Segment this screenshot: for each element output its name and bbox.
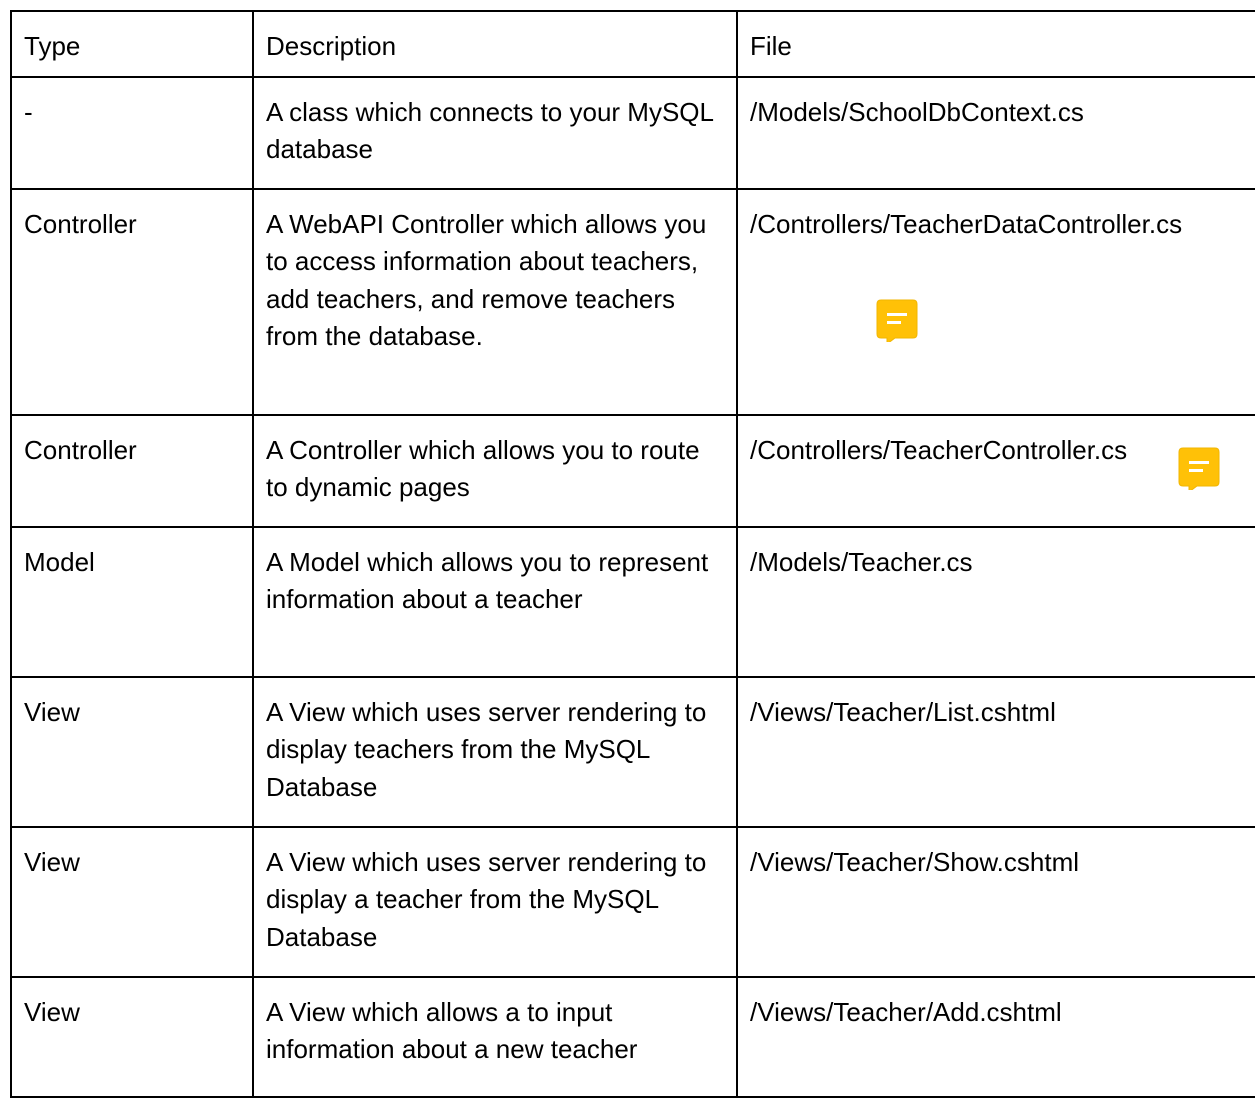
- cell-file: /Views/Teacher/Add.cshtml: [736, 975, 1255, 1098]
- cell-type: View: [10, 825, 254, 978]
- comment-icon-line: [1189, 461, 1209, 464]
- cell-type: View: [10, 675, 254, 828]
- cell-file: /Controllers/TeacherDataController.cs: [736, 187, 1255, 416]
- cell-description: A WebAPI Controller which allows you to …: [252, 187, 738, 416]
- table-row: - A class which connects to your MySQL d…: [10, 75, 1255, 190]
- cell-type: Controller: [10, 187, 254, 416]
- file-table: Type Description File - A class which co…: [10, 10, 1255, 1098]
- comment-icon-line: [887, 313, 907, 316]
- table-row: Model A Model which allows you to repres…: [10, 525, 1255, 678]
- table-header-row: Type Description File: [10, 10, 1255, 78]
- cell-file: /Models/SchoolDbContext.cs: [736, 75, 1255, 190]
- comment-icon-line: [1189, 469, 1203, 472]
- cell-description: A View which allows a to input informati…: [252, 975, 738, 1098]
- table-row: Controller A WebAPI Controller which all…: [10, 187, 1255, 416]
- header-description: Description: [252, 10, 738, 78]
- header-file: File: [736, 10, 1255, 78]
- comment-icon[interactable]: [875, 298, 919, 342]
- cell-type: Controller: [10, 413, 254, 528]
- cell-type: -: [10, 75, 254, 190]
- cell-file: /Models/Teacher.cs: [736, 525, 1255, 678]
- header-type: Type: [10, 10, 254, 78]
- cell-type: View: [10, 975, 254, 1098]
- cell-type: Model: [10, 525, 254, 678]
- comment-icon-line: [887, 321, 901, 324]
- table-row: View A View which uses server rendering …: [10, 825, 1255, 978]
- cell-description: A View which uses server rendering to di…: [252, 825, 738, 978]
- comment-icon[interactable]: [1177, 446, 1221, 490]
- cell-description: A class which connects to your MySQL dat…: [252, 75, 738, 190]
- cell-description: A Controller which allows you to route t…: [252, 413, 738, 528]
- cell-description: A View which uses server rendering to di…: [252, 675, 738, 828]
- table-row: View A View which uses server rendering …: [10, 675, 1255, 828]
- table-row: View A View which allows a to input info…: [10, 975, 1255, 1098]
- table-row: Controller A Controller which allows you…: [10, 413, 1255, 528]
- cell-file: /Views/Teacher/List.cshtml: [736, 675, 1255, 828]
- cell-file: /Views/Teacher/Show.cshtml: [736, 825, 1255, 978]
- cell-description: A Model which allows you to represent in…: [252, 525, 738, 678]
